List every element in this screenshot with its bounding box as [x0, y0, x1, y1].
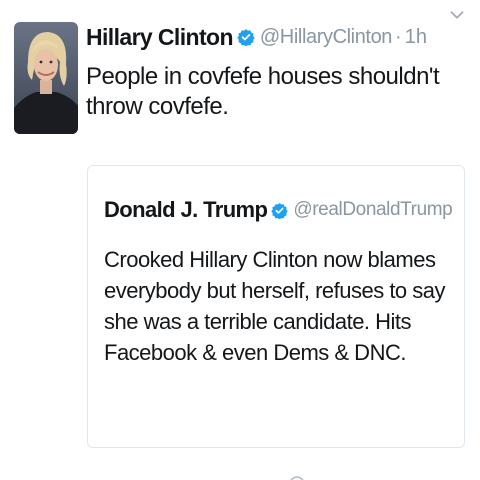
tweet-header: Hillary Clinton @HillaryClinton · 1h: [86, 20, 468, 54]
quoted-tweet[interactable]: Donald J. Trump @realDonaldTrump Crooked…: [87, 165, 465, 448]
avatar[interactable]: [14, 22, 78, 134]
quoted-display-name[interactable]: Donald J. Trump: [104, 197, 268, 223]
verified-badge-icon: [237, 29, 255, 46]
avatar-photo: [14, 22, 78, 134]
chevron-down-icon[interactable]: [446, 4, 468, 26]
quoted-tweet-header: Donald J. Trump @realDonaldTrump: [104, 194, 453, 226]
handle[interactable]: @HillaryClinton: [260, 26, 393, 49]
tweet: Hillary Clinton @HillaryClinton · 1h Peo…: [0, 0, 480, 480]
timestamp[interactable]: 1h: [405, 26, 427, 49]
display-name[interactable]: Hillary Clinton: [86, 24, 234, 51]
verified-badge-icon: [271, 202, 289, 219]
quoted-handle[interactable]: @realDonaldTrump: [293, 199, 452, 221]
quoted-tweet-text: Crooked Hillary Clinton now blames every…: [104, 247, 446, 365]
action-icon-partial: [290, 476, 304, 480]
tweet-text: People in covfefe houses shouldn't throw…: [86, 63, 440, 120]
separator-dot: ·: [395, 25, 402, 48]
